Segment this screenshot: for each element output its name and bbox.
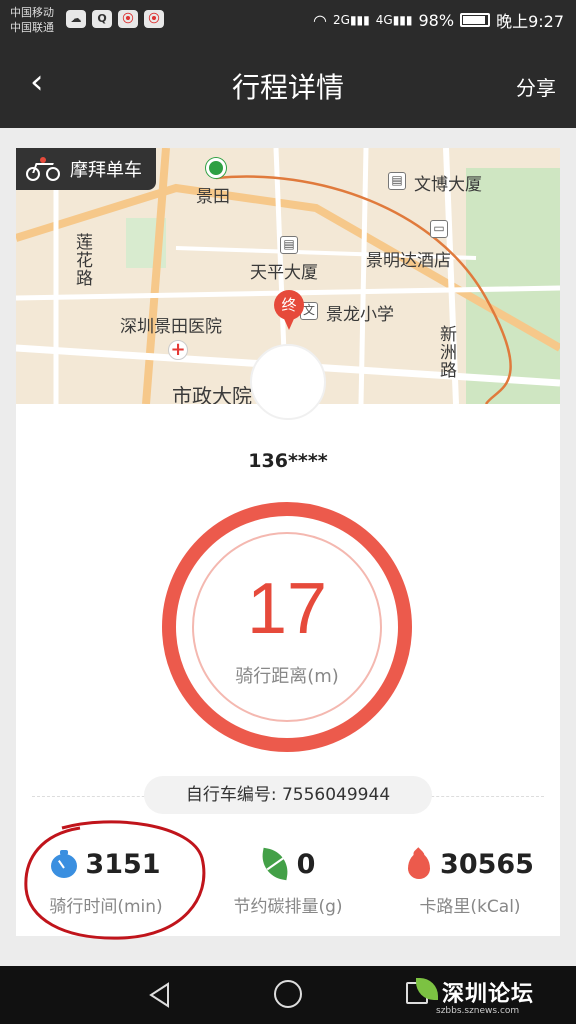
metro-icon (206, 158, 226, 178)
map-label-road-right: 新洲路 (440, 325, 457, 381)
cloud-icon: ☁ (66, 10, 86, 28)
q-app-icon: Q (92, 10, 112, 28)
stat-value: 0 (296, 848, 316, 880)
fire-icon (406, 847, 432, 879)
end-location-pin[interactable]: 终 (274, 290, 304, 330)
map-label-school: 景龙小学 (326, 305, 394, 325)
bike-icon (26, 157, 62, 181)
stat-label: 节约碳排量(g) (233, 897, 343, 917)
clock: 晚上9:27 (496, 12, 564, 31)
stat-value: 30565 (440, 848, 534, 880)
map-label-hospital: 深圳景田医院 (120, 317, 222, 337)
hotel-icon: ▭ (430, 220, 448, 238)
map-label-metro: 景田 (196, 187, 230, 207)
stat-carbon-saved: 0 节约碳排量(g) (198, 844, 378, 917)
signal-icon-1: 2G▮▮▮ (333, 13, 370, 27)
building-icon-2: ▤ (280, 236, 298, 254)
brand-name: 摩拜单车 (70, 160, 142, 181)
map-label-museum: 文博大厦 (414, 175, 482, 195)
carrier-2: 中国联通 (10, 21, 54, 34)
road-3 (358, 148, 369, 404)
bike-number: 自行车编号: 7556049944 (144, 776, 432, 814)
hospital-icon: + (168, 340, 188, 360)
carrier-1: 中国移动 (10, 6, 54, 19)
signal-icon-2: 4G▮▮▮ (375, 13, 413, 27)
map-pin-icon: ⦿ (118, 10, 138, 28)
map-label-building: 天平大厦 (250, 263, 318, 283)
map-pin-icon-2: ⦿ (144, 10, 164, 28)
wifi-icon: ◠ (313, 10, 327, 30)
avatar (250, 344, 326, 420)
end-marker-label: 终 (274, 290, 304, 320)
carrier-info: 中国移动 中国联通 (10, 5, 54, 35)
share-button[interactable]: 分享 (516, 72, 556, 101)
watermark-url: szbbs.sznews.com (436, 1006, 520, 1016)
handdrawn-circle-annotation (24, 820, 206, 940)
watermark: 深圳论坛 szbbs.sznews.com (416, 976, 535, 1016)
stat-calories: 30565 卡路里(kCal) (380, 844, 560, 917)
username: 136**** (248, 450, 328, 472)
page-title: 行程详情 (231, 71, 344, 104)
battery-icon (460, 13, 491, 27)
nav-home-icon[interactable] (274, 980, 302, 1008)
system-nav-bar: 深圳论坛 szbbs.sznews.com (0, 966, 576, 1024)
building-icon: ▤ (388, 172, 406, 190)
map-label-bottom: 市政大院 (172, 384, 252, 404)
brand-badge: 摩拜单车 (16, 148, 156, 190)
distance-ring: 17 骑行距离(m) (162, 502, 412, 752)
distance-value: 17 (246, 569, 328, 649)
leaf-icon (258, 847, 291, 881)
notification-icons: ☁ Q ⦿ ⦿ (66, 10, 164, 28)
battery-percent: 98% (418, 10, 455, 30)
watermark-name: 深圳论坛 (442, 982, 535, 1007)
system-indicators: ◠ 2G▮▮▮ 4G▮▮▮ 98% 晚上9:27 (313, 8, 564, 32)
distance-label: 骑行距离(m) (235, 666, 339, 687)
title-bar: ‹ 行程详情 分享 (0, 40, 576, 128)
status-bar: 中国移动 中国联通 ☁ Q ⦿ ⦿ ◠ 2G▮▮▮ 4G▮▮▮ 98% 晚上9:… (0, 0, 576, 40)
map-label-road-left: 莲花路 (76, 233, 93, 289)
map-label-hotel: 景明达酒店 (366, 251, 451, 271)
nav-back-icon[interactable] (146, 981, 174, 1009)
stat-label: 卡路里(kCal) (419, 897, 521, 917)
